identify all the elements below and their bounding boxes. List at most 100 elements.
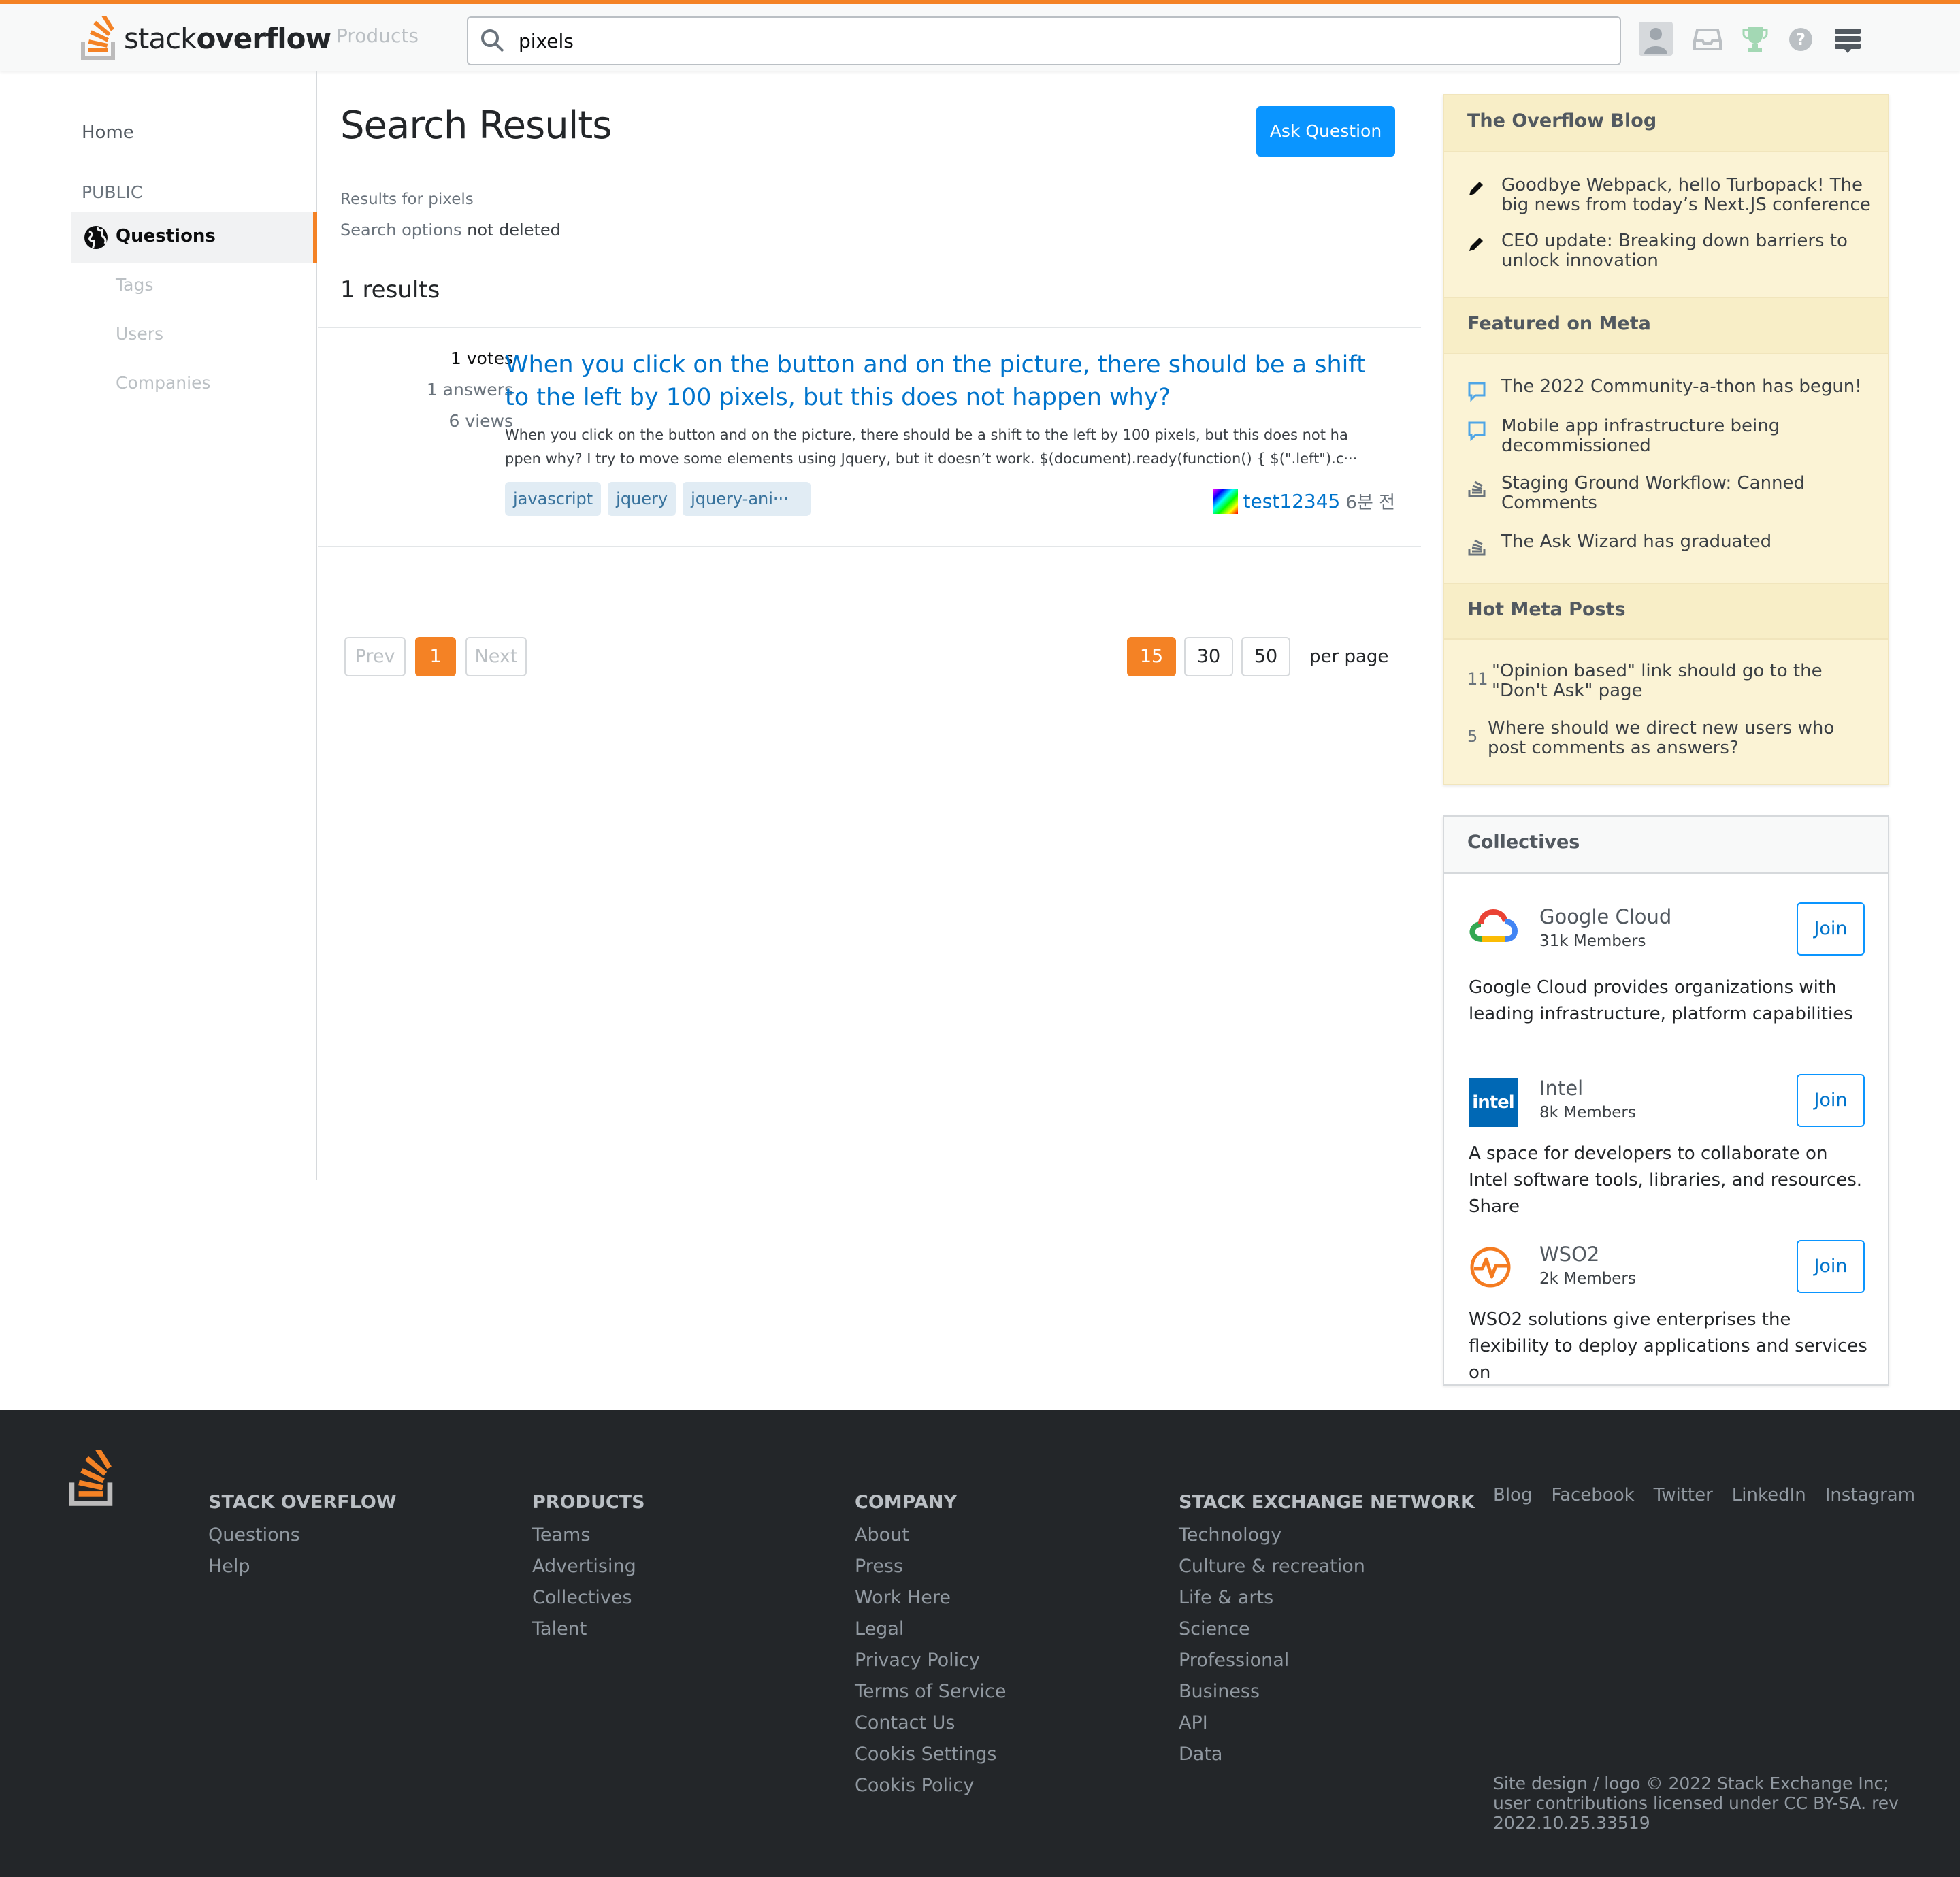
stackoverflow-logo-icon (81, 16, 115, 60)
footer-link[interactable]: Cookis Policy (855, 1770, 1007, 1801)
help-icon[interactable]: ? (1788, 27, 1813, 54)
meta-item[interactable]: Mobile app infrastructure being decommis… (1467, 417, 1876, 456)
question-author: test12345 6분 전 (1213, 489, 1395, 514)
meta-item[interactable]: Staging Ground Workflow: Canned Comments (1467, 474, 1876, 513)
page-size-15[interactable]: 15 (1127, 637, 1176, 676)
wso2-logo[interactable] (1469, 1245, 1512, 1292)
search-icon (481, 29, 504, 52)
nav-home[interactable]: Home (82, 123, 134, 143)
google-cloud-logo[interactable] (1469, 908, 1518, 946)
stackoverflow-logo[interactable]: stackoverflow (80, 12, 331, 64)
user-avatar[interactable] (1213, 489, 1238, 514)
divider (318, 546, 1421, 547)
svg-text:?: ? (1796, 30, 1806, 49)
site-footer: STACK OVERFLOW Questions Help PRODUCTS T… (0, 1410, 1960, 1877)
search-value: pixels (519, 30, 574, 52)
collective-name[interactable]: Intel (1539, 1077, 1583, 1100)
footer-link[interactable]: Technology (1179, 1520, 1475, 1551)
footer-link[interactable]: Help (208, 1551, 397, 1582)
collective-members: 31k Members (1539, 932, 1646, 950)
join-button[interactable]: Join (1797, 1240, 1865, 1293)
nav-tags[interactable]: Tags (116, 275, 153, 295)
footer-link[interactable]: Cookis Settings (855, 1739, 1007, 1770)
collective-members: 8k Members (1539, 1104, 1636, 1122)
footer-link[interactable]: Teams (532, 1520, 645, 1551)
intel-logo[interactable]: intel (1469, 1078, 1518, 1127)
footer-link[interactable]: Business (1179, 1676, 1475, 1708)
social-link-blog[interactable]: Blog (1493, 1485, 1532, 1505)
logo-text: stackoverflow (124, 21, 331, 55)
stack-icon (1468, 480, 1486, 497)
site-switcher-icon[interactable] (1835, 29, 1861, 56)
next-page-button[interactable]: Next (466, 637, 527, 676)
footer-link[interactable]: About (855, 1520, 1007, 1551)
blog-heading: The Overflow Blog (1444, 95, 1888, 152)
tag-javascript[interactable]: javascript (505, 482, 602, 516)
footer-link[interactable]: Press (855, 1551, 1007, 1582)
footer-link[interactable]: Contact Us (855, 1708, 1007, 1739)
result-count: 1 results (340, 276, 440, 304)
collectives-widget: Collectives Google Cloud 31k Members Joi… (1443, 815, 1889, 1386)
trophy-icon[interactable] (1742, 26, 1768, 56)
footer-link[interactable]: Advertising (532, 1551, 645, 1582)
hot-meta-count: 5 (1467, 727, 1478, 746)
footer-link[interactable]: Professional (1179, 1645, 1475, 1676)
featured-meta-heading: Featured on Meta (1444, 297, 1888, 354)
footer-logo-icon[interactable] (68, 1450, 117, 1507)
social-link-facebook[interactable]: Facebook (1551, 1485, 1634, 1505)
vote-count: 1 votes (450, 348, 513, 368)
tag-jquery-animate[interactable]: jquery-ani··· (683, 482, 811, 516)
top-bar: stackoverflow Products pixels ? (0, 0, 1960, 71)
social-link-instagram[interactable]: Instagram (1825, 1485, 1915, 1505)
collective-name[interactable]: Google Cloud (1539, 905, 1671, 928)
hot-meta-item[interactable]: 11 "Opinion based" link should go to the… (1467, 662, 1876, 701)
overflow-blog-widget: The Overflow Blog Goodbye Webpack, hello… (1443, 94, 1889, 785)
chat-bubble-icon (1468, 382, 1486, 402)
question-excerpt: When you click on the button and on the … (505, 427, 1358, 467)
footer-link[interactable]: Legal (855, 1614, 1007, 1645)
nav-questions[interactable]: Questions (71, 212, 317, 263)
join-button[interactable]: Join (1797, 902, 1865, 956)
footer-link[interactable]: Work Here (855, 1582, 1007, 1614)
footer-link[interactable]: API (1179, 1708, 1475, 1739)
meta-item[interactable]: The Ask Wizard has graduated (1467, 532, 1876, 556)
page-size-50[interactable]: 50 (1241, 637, 1290, 676)
footer-link[interactable]: Terms of Service (855, 1676, 1007, 1708)
search-input[interactable]: pixels (467, 16, 1621, 65)
footer-link[interactable]: Talent (532, 1614, 645, 1645)
blog-item[interactable]: Goodbye Webpack, hello Turbopack! The bi… (1467, 176, 1876, 215)
page-1-button[interactable]: 1 (415, 637, 456, 676)
pencil-icon (1469, 238, 1483, 251)
page-size-30[interactable]: 30 (1184, 637, 1233, 676)
nav-companies[interactable]: Companies (116, 373, 211, 393)
user-name-link[interactable]: test12345 (1243, 490, 1341, 512)
question-title-link[interactable]: When you click on the button and on the … (505, 348, 1390, 414)
footer-link[interactable]: Questions (208, 1520, 397, 1551)
hot-meta-item[interactable]: 5 Where should we direct new users who p… (1467, 719, 1876, 758)
join-button[interactable]: Join (1797, 1074, 1865, 1127)
footer-link[interactable]: Science (1179, 1614, 1475, 1645)
footer-link[interactable]: Collectives (532, 1582, 645, 1614)
post-time: 6분 전 (1345, 493, 1395, 513)
footer-col-products: PRODUCTS Teams Advertising Collectives T… (532, 1492, 645, 1645)
tag-jquery[interactable]: jquery (608, 482, 676, 516)
inbox-icon[interactable] (1693, 29, 1722, 53)
prev-page-button[interactable]: Prev (344, 637, 406, 676)
avatar[interactable] (1639, 22, 1673, 59)
hot-meta-count: 11 (1467, 670, 1488, 689)
blog-item[interactable]: CEO update: Breaking down barriers to un… (1467, 231, 1876, 271)
copyright-text: Site design / logo © 2022 Stack Exchange… (1493, 1774, 1899, 1833)
social-link-twitter[interactable]: Twitter (1654, 1485, 1713, 1505)
ask-question-button[interactable]: Ask Question (1256, 106, 1395, 157)
products-link[interactable]: Products (336, 25, 419, 47)
footer-link[interactable]: Culture & recreation (1179, 1551, 1475, 1582)
social-link-linkedin[interactable]: LinkedIn (1732, 1485, 1806, 1505)
footer-heading: PRODUCTS (532, 1492, 645, 1513)
footer-link[interactable]: Privacy Policy (855, 1645, 1007, 1676)
footer-link[interactable]: Life & arts (1179, 1582, 1475, 1614)
footer-link[interactable]: Data (1179, 1739, 1475, 1770)
collective-name[interactable]: WSO2 (1539, 1243, 1599, 1266)
collective-description: A space for developers to collaborate on… (1469, 1143, 1863, 1217)
meta-item[interactable]: The 2022 Community-a-thon has begun! (1467, 377, 1876, 402)
nav-users[interactable]: Users (116, 324, 163, 344)
